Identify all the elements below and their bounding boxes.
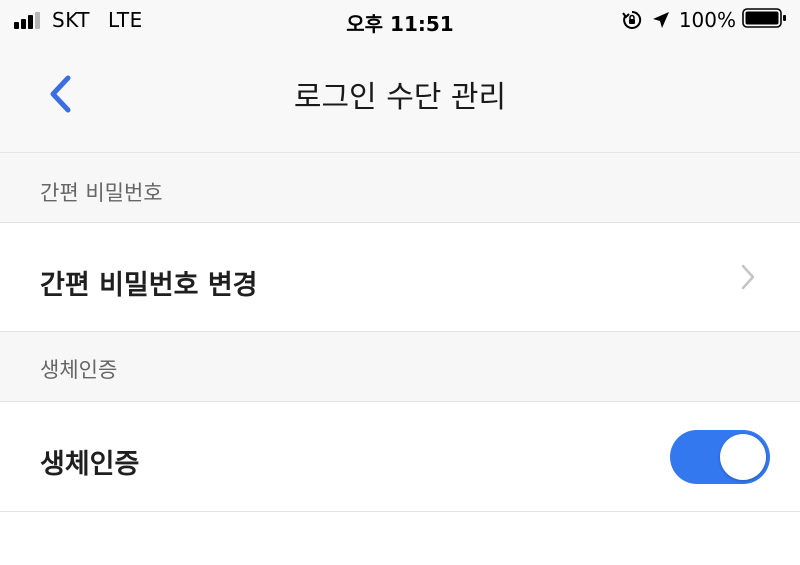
- nav-bar: 로그인 수단 관리: [0, 40, 800, 153]
- biometric-toggle[interactable]: [670, 430, 770, 484]
- screen: SKT LTE 오후 11:51 100% 로그인 수단 관리 간편 비밀번호 …: [0, 0, 800, 565]
- biometric-label: 생체인증: [40, 449, 140, 480]
- battery-icon: [742, 7, 788, 33]
- battery-percent: 100%: [678, 8, 736, 32]
- orientation-lock-icon: [621, 9, 643, 31]
- status-right: 100%: [621, 8, 788, 32]
- biometric-row: 생체인증: [0, 402, 800, 512]
- section-header-simple-password: 간편 비밀번호: [0, 153, 800, 223]
- empty-area: [0, 512, 800, 565]
- change-simple-password-label: 간편 비밀번호 변경: [40, 270, 258, 301]
- section-header-biometric: 생체인증: [0, 332, 800, 402]
- toggle-knob: [720, 434, 766, 480]
- location-arrow-icon: [651, 10, 671, 30]
- change-simple-password-row[interactable]: 간편 비밀번호 변경: [0, 223, 800, 332]
- section-header-label: 생체인증: [40, 358, 118, 382]
- page-title: 로그인 수단 관리: [293, 80, 507, 115]
- status-bar: SKT LTE 오후 11:51 100%: [0, 0, 800, 40]
- chevron-right-icon: [740, 263, 756, 291]
- section-header-label: 간편 비밀번호: [40, 181, 163, 205]
